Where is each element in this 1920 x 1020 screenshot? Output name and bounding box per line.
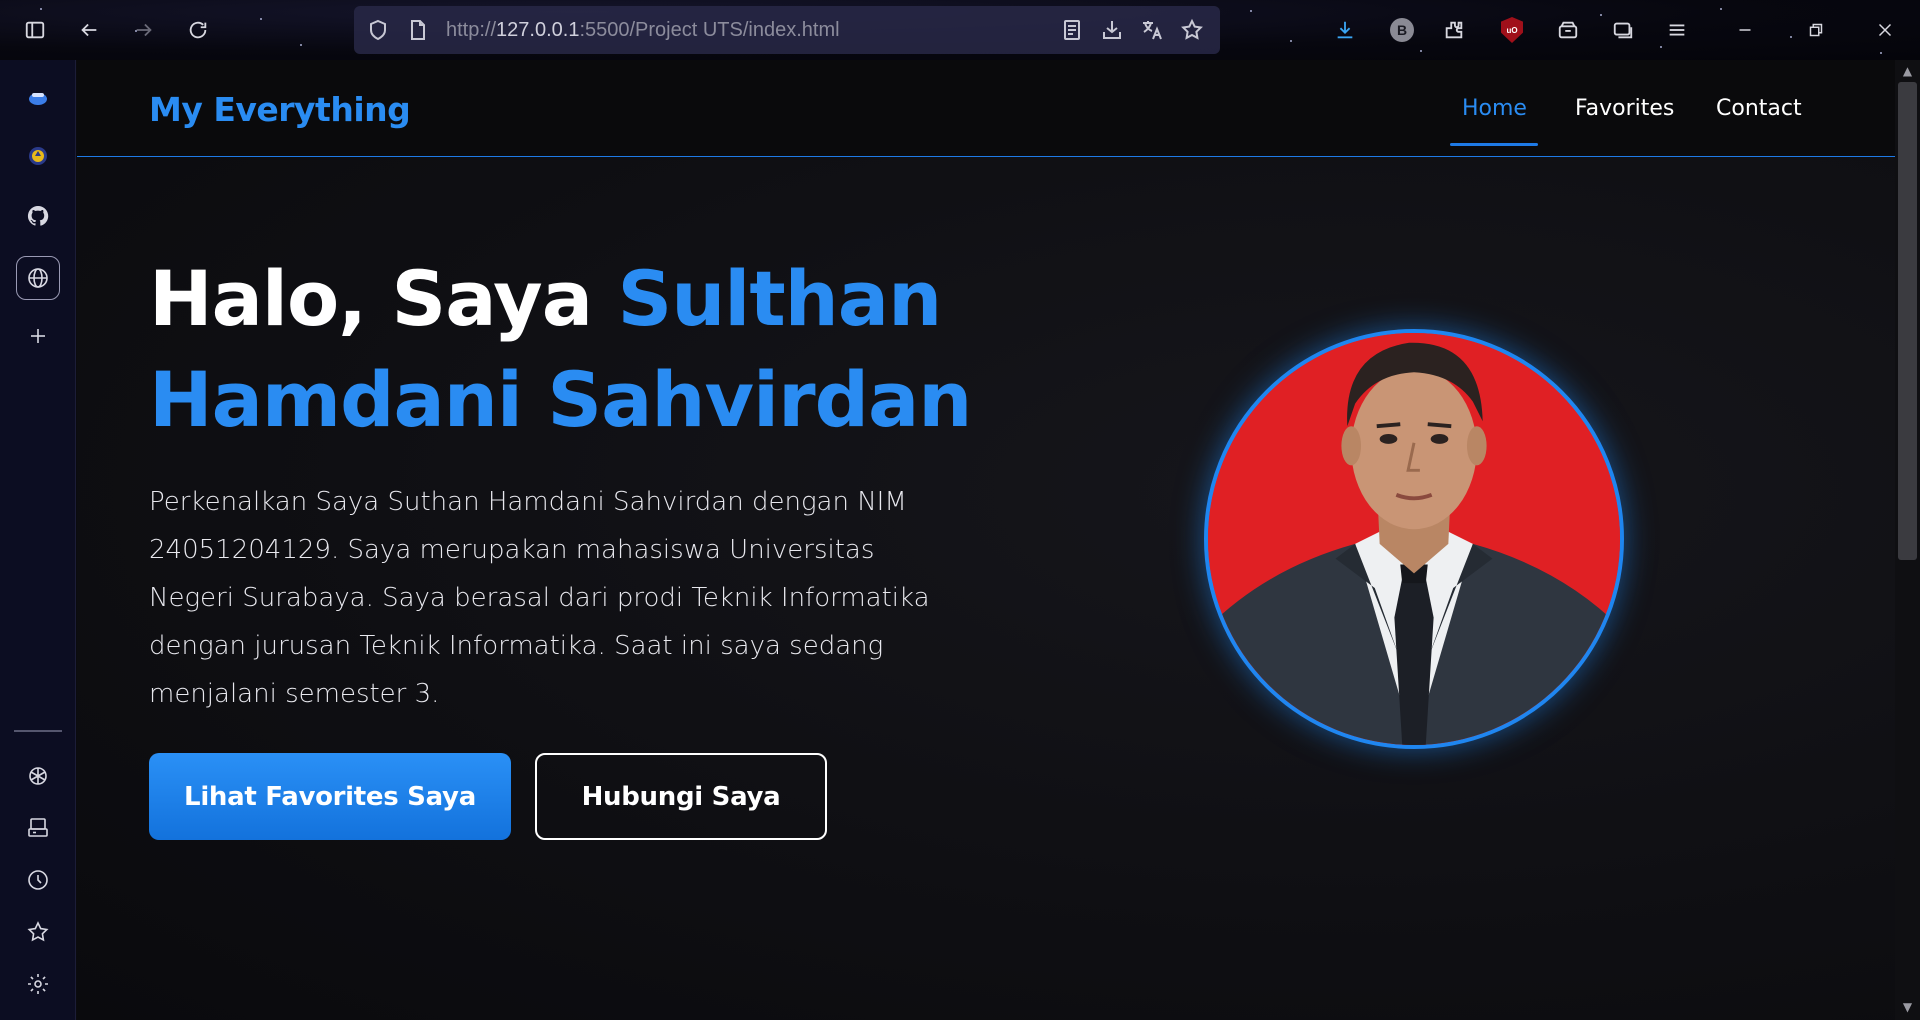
reload-button[interactable] xyxy=(180,12,216,48)
site-navbar: My Everything Home Favorites Contact xyxy=(77,60,1895,157)
chatgpt-icon[interactable] xyxy=(16,754,60,798)
profile-avatar[interactable]: B xyxy=(1390,18,1414,42)
scroll-up-icon[interactable]: ▲ xyxy=(1898,64,1917,80)
scroll-down-icon[interactable]: ▼ xyxy=(1898,1000,1917,1016)
translate-icon[interactable] xyxy=(1140,18,1164,42)
browser-toolbar: http://127.0.0.1:5500/Project UTS/index.… xyxy=(0,0,1920,60)
tab-overview-icon[interactable] xyxy=(1605,12,1641,48)
close-button[interactable] xyxy=(1867,12,1903,48)
ublock-origin-icon[interactable]: uO xyxy=(1501,17,1523,43)
scrollbar-thumb[interactable] xyxy=(1898,82,1917,560)
nav-link-home[interactable]: Home xyxy=(1462,96,1527,121)
profile-portrait xyxy=(1208,333,1620,745)
back-button[interactable] xyxy=(71,12,107,48)
minimize-button[interactable] xyxy=(1727,12,1763,48)
sidebar-toggle-button[interactable] xyxy=(17,12,53,48)
profile-photo xyxy=(1204,329,1624,749)
contact-me-button[interactable]: Hubungi Saya xyxy=(535,753,827,840)
downloads-icon[interactable] xyxy=(1327,12,1363,48)
forward-button[interactable] xyxy=(126,12,162,48)
history-icon[interactable] xyxy=(16,858,60,902)
sidebar-divider xyxy=(14,730,62,732)
browser-sidebar xyxy=(0,60,76,1020)
globe-icon[interactable] xyxy=(16,256,60,300)
menu-icon[interactable] xyxy=(1659,12,1695,48)
active-nav-indicator xyxy=(1450,143,1538,146)
bookmark-star-icon[interactable] xyxy=(1180,18,1204,42)
page-info-icon[interactable] xyxy=(406,18,430,42)
bookmark-star-icon[interactable] xyxy=(16,910,60,954)
address-bar[interactable]: http://127.0.0.1:5500/Project UTS/index.… xyxy=(354,6,1220,54)
campus-icon[interactable] xyxy=(16,134,60,178)
settings-icon[interactable] xyxy=(16,962,60,1006)
save-page-icon[interactable] xyxy=(1100,18,1124,42)
github-icon[interactable] xyxy=(16,194,60,238)
hero-greeting: Halo, Saya xyxy=(149,254,618,343)
reader-view-icon[interactable] xyxy=(1060,18,1084,42)
web-page: My Everything Home Favorites Contact Hal… xyxy=(77,60,1895,1020)
restore-button[interactable] xyxy=(1798,12,1834,48)
site-brand[interactable]: My Everything xyxy=(149,90,411,129)
drive-icon[interactable] xyxy=(16,806,60,850)
url-text[interactable]: http://127.0.0.1:5500/Project UTS/index.… xyxy=(446,19,840,42)
nav-link-favorites[interactable]: Favorites xyxy=(1575,96,1674,121)
shield-icon[interactable] xyxy=(366,18,390,42)
extension-icon[interactable] xyxy=(16,76,60,120)
view-favorites-button[interactable]: Lihat Favorites Saya xyxy=(149,753,511,840)
hero-description: Perkenalkan Saya Suthan Hamdani Sahvirda… xyxy=(149,487,930,709)
plus-icon[interactable] xyxy=(16,314,60,358)
nav-link-contact[interactable]: Contact xyxy=(1716,96,1802,121)
hero-title: Halo, Saya Sulthan Hamdani Sahvirdan xyxy=(149,248,1049,450)
extensions-icon[interactable] xyxy=(1436,12,1472,48)
container-icon[interactable] xyxy=(1550,12,1586,48)
